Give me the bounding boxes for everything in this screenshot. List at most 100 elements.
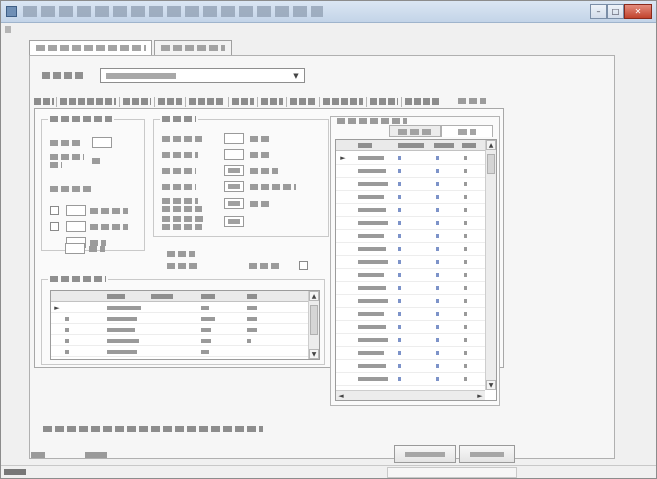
table-row[interactable] <box>336 204 496 217</box>
data-table-header <box>336 140 496 151</box>
table-cell <box>436 234 439 238</box>
table-row[interactable] <box>336 308 496 321</box>
data-table[interactable]: ► ▲ ▼ ◄ ► <box>335 139 497 401</box>
table-row[interactable] <box>336 178 496 191</box>
table-row[interactable] <box>336 295 496 308</box>
column-header[interactable] <box>151 294 173 299</box>
setup-checkbox[interactable] <box>50 206 59 215</box>
table-row[interactable] <box>336 217 496 230</box>
scroll-down-icon[interactable]: ▼ <box>486 380 496 390</box>
setup-field-1[interactable] <box>92 137 112 148</box>
table-row[interactable] <box>51 347 319 357</box>
scroll-down-icon[interactable]: ▼ <box>309 349 319 359</box>
sub-tab-8[interactable] <box>290 98 316 105</box>
chevron-down-icon[interactable]: ▼ <box>290 70 302 81</box>
table-row[interactable]: ► <box>336 152 496 165</box>
data-table-scrollbar[interactable]: ▲ ▼ <box>485 140 496 390</box>
column-header[interactable] <box>107 294 125 299</box>
sub-tab-5[interactable] <box>189 98 225 105</box>
sub-tab-3[interactable] <box>123 98 151 105</box>
table-row[interactable] <box>51 314 319 324</box>
table-cell <box>464 351 467 355</box>
unit-label <box>250 201 272 207</box>
scroll-thumb[interactable] <box>310 305 318 335</box>
data-table-hscrollbar[interactable]: ◄ ► <box>336 390 485 400</box>
table-row[interactable] <box>51 325 319 335</box>
scroll-up-icon[interactable]: ▲ <box>309 291 319 301</box>
setup-field-5[interactable] <box>65 243 85 254</box>
sub-tab-9[interactable] <box>323 98 363 105</box>
setup-field-2[interactable] <box>66 205 86 216</box>
table-cell <box>358 221 388 225</box>
table-row[interactable] <box>336 243 496 256</box>
table-cell <box>436 286 439 290</box>
selector-dropdown[interactable]: ▼ <box>100 68 305 83</box>
right-tab-2[interactable] <box>441 125 493 137</box>
table-row[interactable] <box>336 334 496 347</box>
sub-tab-1[interactable] <box>34 98 54 105</box>
table-row[interactable] <box>336 360 496 373</box>
tab-main[interactable] <box>29 40 152 56</box>
limit-field-5[interactable] <box>224 198 244 209</box>
table-row[interactable] <box>336 191 496 204</box>
results-scrollbar[interactable]: ▲ ▼ <box>308 291 319 359</box>
table-row[interactable] <box>51 336 319 346</box>
table-row[interactable] <box>336 230 496 243</box>
field-label <box>162 168 196 174</box>
table-cell <box>398 364 401 368</box>
table-row[interactable] <box>336 256 496 269</box>
sub-tab-7[interactable] <box>261 98 283 105</box>
table-row[interactable] <box>336 321 496 334</box>
table-row[interactable] <box>336 347 496 360</box>
sub-tab-2[interactable] <box>60 98 116 105</box>
scroll-thumb[interactable] <box>487 154 495 174</box>
table-row[interactable] <box>336 282 496 295</box>
table-row[interactable] <box>336 269 496 282</box>
scroll-left-icon[interactable]: ◄ <box>337 392 345 400</box>
limit-field-1[interactable] <box>224 133 244 144</box>
minimize-button[interactable]: – <box>590 4 607 19</box>
maximize-button[interactable]: □ <box>607 4 624 19</box>
table-row[interactable] <box>336 165 496 178</box>
table-cell <box>464 299 467 303</box>
table-cell <box>436 299 439 303</box>
title-bar[interactable]: – □ ✕ <box>1 1 656 23</box>
menu-item[interactable] <box>5 26 11 33</box>
limit-field-4[interactable] <box>224 181 244 192</box>
limits-group <box>153 116 329 237</box>
table-cell <box>464 195 467 199</box>
table-cell <box>464 234 467 238</box>
option-checkbox[interactable] <box>299 261 308 270</box>
limit-field-2[interactable] <box>224 149 244 160</box>
column-header[interactable] <box>358 143 372 148</box>
sub-tab-4[interactable] <box>158 98 182 105</box>
tab-divider <box>286 97 287 107</box>
table-row[interactable] <box>336 373 496 386</box>
status-text <box>4 469 26 475</box>
table-row[interactable]: ► <box>51 303 319 313</box>
sub-tab-11[interactable] <box>405 98 441 105</box>
column-header[interactable] <box>398 143 424 148</box>
limit-field-3[interactable] <box>224 165 244 176</box>
tab-secondary[interactable] <box>154 40 232 55</box>
column-header[interactable] <box>434 143 454 148</box>
sub-tab-6[interactable] <box>232 98 254 105</box>
column-header[interactable] <box>462 143 476 148</box>
scroll-right-icon[interactable]: ► <box>476 392 484 400</box>
column-header[interactable] <box>201 294 215 299</box>
setup-checkbox[interactable] <box>50 222 59 231</box>
column-header[interactable] <box>247 294 257 299</box>
sub-tab-10[interactable] <box>370 98 398 105</box>
right-tab-1[interactable] <box>389 125 441 137</box>
cancel-button[interactable] <box>459 445 515 463</box>
close-button[interactable]: ✕ <box>624 4 652 19</box>
results-table[interactable]: ► ▲ ▼ <box>50 290 320 360</box>
ok-button[interactable] <box>394 445 456 463</box>
setup-field-3[interactable] <box>66 221 86 232</box>
limit-field-6[interactable] <box>224 216 244 227</box>
selector-label <box>42 72 86 79</box>
results-group: ► ▲ ▼ <box>41 276 325 365</box>
row-pointer-icon: ► <box>340 154 346 162</box>
footer-label-a <box>31 452 45 458</box>
scroll-up-icon[interactable]: ▲ <box>486 140 496 150</box>
